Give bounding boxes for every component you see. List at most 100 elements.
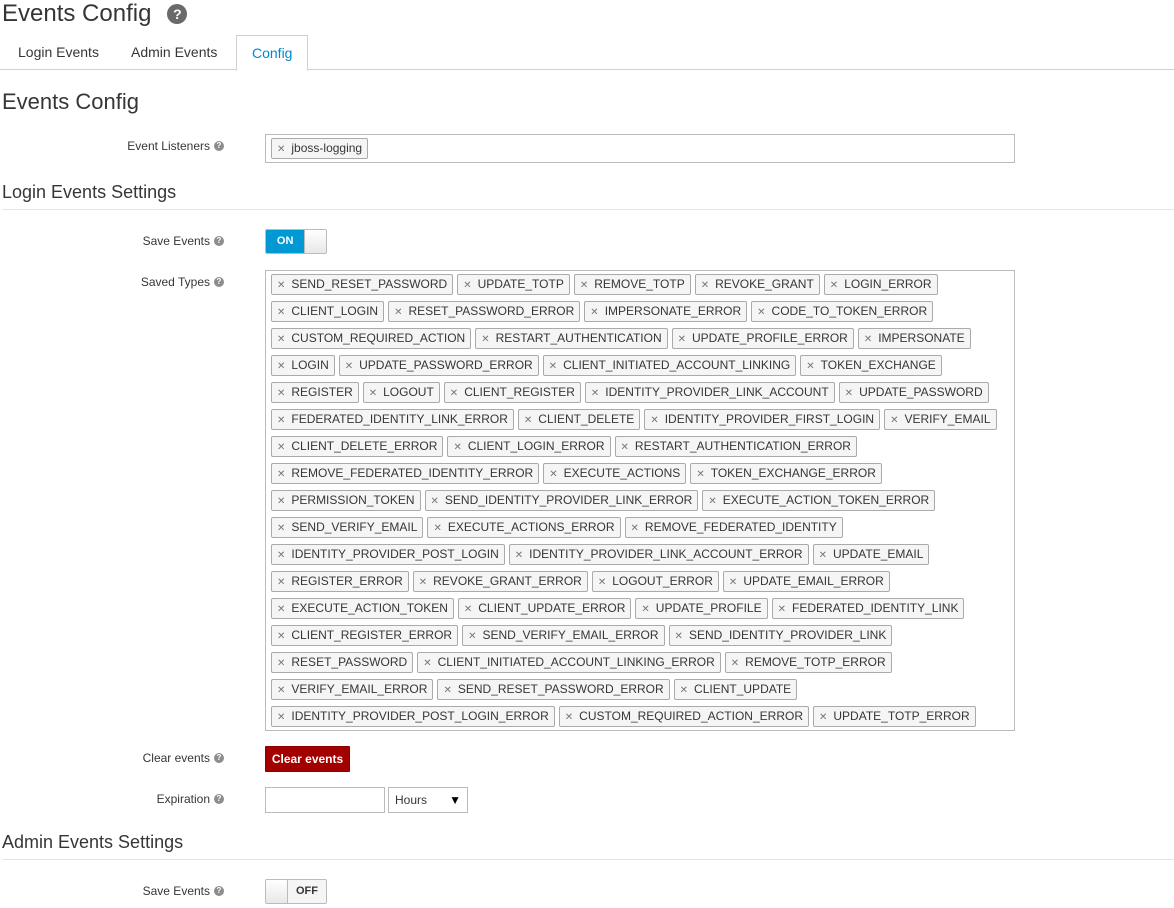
remove-icon[interactable]: ✕: [277, 357, 285, 376]
remove-icon[interactable]: ✕: [778, 600, 786, 619]
tag-chip[interactable]: ✕ RESTART_AUTHENTICATION: [475, 328, 668, 349]
tag-chip[interactable]: ✕ IDENTITY_PROVIDER_POST_LOGIN: [271, 544, 505, 565]
tag-chip[interactable]: ✕ TOKEN_EXCHANGE_ERROR: [690, 463, 882, 484]
remove-icon[interactable]: ✕: [450, 384, 458, 403]
remove-icon[interactable]: ✕: [819, 708, 827, 727]
tag-chip[interactable]: ✕ REGISTER_ERROR: [271, 571, 409, 592]
tab-admin-events[interactable]: Admin Events: [116, 35, 232, 70]
remove-icon[interactable]: ✕: [819, 546, 827, 565]
remove-icon[interactable]: ✕: [423, 654, 431, 673]
tag-chip[interactable]: ✕ REMOVE_FEDERATED_IDENTITY: [624, 517, 843, 538]
expiration-input[interactable]: [265, 787, 385, 813]
remove-icon[interactable]: ✕: [277, 465, 285, 484]
remove-icon[interactable]: ✕: [463, 276, 471, 295]
tag-chip[interactable]: ✕ CLIENT_LOGIN: [271, 301, 385, 322]
tag-chip[interactable]: ✕ IDENTITY_PROVIDER_LINK_ACCOUNT: [584, 382, 835, 403]
remove-icon[interactable]: ✕: [731, 654, 739, 673]
remove-icon[interactable]: ✕: [549, 465, 557, 484]
tag-chip[interactable]: ✕ CLIENT_UPDATE_ERROR: [457, 598, 632, 619]
remove-icon[interactable]: ✕: [675, 627, 683, 646]
tag-chip[interactable]: ✕ REGISTER: [271, 382, 359, 403]
remove-icon[interactable]: ✕: [481, 330, 489, 349]
remove-icon[interactable]: ✕: [515, 546, 523, 565]
remove-icon[interactable]: ✕: [468, 627, 476, 646]
remove-icon[interactable]: ✕: [631, 519, 639, 538]
remove-icon[interactable]: ✕: [433, 519, 441, 538]
remove-icon[interactable]: ✕: [565, 708, 573, 727]
help-icon[interactable]: ?: [167, 4, 188, 24]
tag-chip[interactable]: ✕ REMOVE_TOTP: [573, 274, 691, 295]
tag-chip[interactable]: ✕ CLIENT_DELETE: [517, 409, 641, 430]
remove-icon[interactable]: ✕: [580, 276, 588, 295]
remove-icon[interactable]: ✕: [277, 519, 285, 538]
tab-config[interactable]: Config: [236, 35, 309, 71]
tag-chip[interactable]: ✕ REMOVE_FEDERATED_IDENTITY_ERROR: [271, 463, 540, 484]
tag-chip[interactable]: ✕ EXECUTE_ACTION_TOKEN: [271, 598, 454, 619]
tag-chip[interactable]: ✕ UPDATE_PROFILE: [635, 598, 768, 619]
tag-chip[interactable]: ✕ UPDATE_PASSWORD: [838, 382, 989, 403]
tag-chip[interactable]: ✕ FEDERATED_IDENTITY_LINK_ERROR: [271, 409, 514, 430]
question-icon[interactable]: ?: [214, 141, 224, 151]
remove-icon[interactable]: ✕: [453, 438, 461, 457]
tag-chip[interactable]: ✕ PERMISSION_TOKEN: [271, 490, 421, 511]
tag-chip[interactable]: ✕ IMPERSONATE: [857, 328, 971, 349]
remove-icon[interactable]: ✕: [591, 384, 599, 403]
remove-icon[interactable]: ✕: [369, 384, 377, 403]
tag-chip[interactable]: ✕ REMOVE_TOTP_ERROR: [724, 652, 892, 673]
remove-icon[interactable]: ✕: [864, 330, 872, 349]
remove-icon[interactable]: ✕: [621, 438, 629, 457]
tag-chip[interactable]: ✕ EXECUTE_ACTION_TOKEN_ERROR: [702, 490, 936, 511]
tag-chip[interactable]: ✕ UPDATE_EMAIL: [812, 544, 930, 565]
saved-types-input[interactable]: ✕ SEND_RESET_PASSWORD ✕ UPDATE_TOTP ✕ REMOVE_…: [265, 270, 1015, 731]
tag-chip[interactable]: ✕ CLIENT_REGISTER_ERROR: [271, 625, 459, 646]
tag-chip[interactable]: ✕ CUSTOM_REQUIRED_ACTION: [271, 328, 472, 349]
event-listeners-input[interactable]: ✕ jboss-logging: [265, 134, 1015, 163]
tab-login-events[interactable]: Login Events: [3, 35, 114, 70]
remove-icon[interactable]: ✕: [890, 411, 898, 430]
remove-icon[interactable]: ✕: [598, 573, 606, 592]
remove-icon[interactable]: ✕: [701, 276, 709, 295]
remove-icon[interactable]: ✕: [729, 573, 737, 592]
question-icon[interactable]: ?: [214, 753, 224, 763]
remove-icon[interactable]: ✕: [590, 303, 598, 322]
tag-chip[interactable]: ✕ CLIENT_INITIATED_ACCOUNT_LINKING_ERROR: [417, 652, 721, 673]
remove-icon[interactable]: ✕: [845, 384, 853, 403]
remove-icon[interactable]: ✕: [524, 411, 532, 430]
remove-icon[interactable]: ✕: [277, 654, 285, 673]
remove-icon[interactable]: ✕: [696, 465, 704, 484]
remove-icon[interactable]: ✕: [431, 492, 439, 511]
tag-chip[interactable]: ✕ CLIENT_LOGIN_ERROR: [447, 436, 611, 457]
remove-icon[interactable]: ✕: [277, 303, 285, 322]
tag-chip[interactable]: ✕ SEND_IDENTITY_PROVIDER_LINK: [668, 625, 893, 646]
remove-icon[interactable]: ✕: [419, 573, 427, 592]
tag-chip[interactable]: ✕ LOGIN_ERROR: [823, 274, 938, 295]
question-icon[interactable]: ?: [214, 794, 224, 804]
tag-chip[interactable]: ✕ CLIENT_DELETE_ERROR: [271, 436, 444, 457]
remove-icon[interactable]: ✕: [277, 708, 285, 727]
tag-chip[interactable]: ✕ UPDATE_PASSWORD_ERROR: [338, 355, 539, 376]
remove-icon[interactable]: ✕: [277, 600, 285, 619]
tag-chip[interactable]: ✕ RESET_PASSWORD: [271, 652, 414, 673]
tag-chip[interactable]: ✕ REVOKE_GRANT: [694, 274, 820, 295]
tag-chip[interactable]: ✕ UPDATE_PROFILE_ERROR: [671, 328, 854, 349]
tag-chip[interactable]: ✕ EXECUTE_ACTIONS_ERROR: [427, 517, 621, 538]
tag-chip[interactable]: ✕ SEND_IDENTITY_PROVIDER_LINK_ERROR: [424, 490, 699, 511]
tag-chip[interactable]: ✕ REVOKE_GRANT_ERROR: [412, 571, 588, 592]
tag-chip[interactable]: ✕ SEND_RESET_PASSWORD_ERROR: [437, 679, 670, 700]
tag-chip[interactable]: ✕ RESTART_AUTHENTICATION_ERROR: [614, 436, 857, 457]
tag-chip[interactable]: ✕ FEDERATED_IDENTITY_LINK: [771, 598, 965, 619]
remove-icon[interactable]: ✕: [443, 681, 451, 700]
tag-chip[interactable]: ✕ IDENTITY_PROVIDER_FIRST_LOGIN: [644, 409, 881, 430]
remove-icon[interactable]: ✕: [678, 330, 686, 349]
remove-icon[interactable]: ✕: [641, 600, 649, 619]
tag-chip[interactable]: ✕ LOGIN: [271, 355, 335, 376]
expiration-unit-select[interactable]: Hours ▼: [388, 787, 468, 813]
save-admin-events-toggle[interactable]: OFF: [265, 879, 327, 904]
remove-icon[interactable]: ✕: [345, 357, 353, 376]
tag-chip[interactable]: ✕ jboss-logging: [271, 138, 369, 159]
tag-chip[interactable]: ✕ CUSTOM_REQUIRED_ACTION_ERROR: [558, 706, 809, 727]
remove-icon[interactable]: ✕: [277, 140, 285, 159]
question-icon[interactable]: ?: [214, 277, 224, 287]
save-login-events-toggle[interactable]: ON: [265, 229, 327, 254]
remove-icon[interactable]: ✕: [830, 276, 838, 295]
